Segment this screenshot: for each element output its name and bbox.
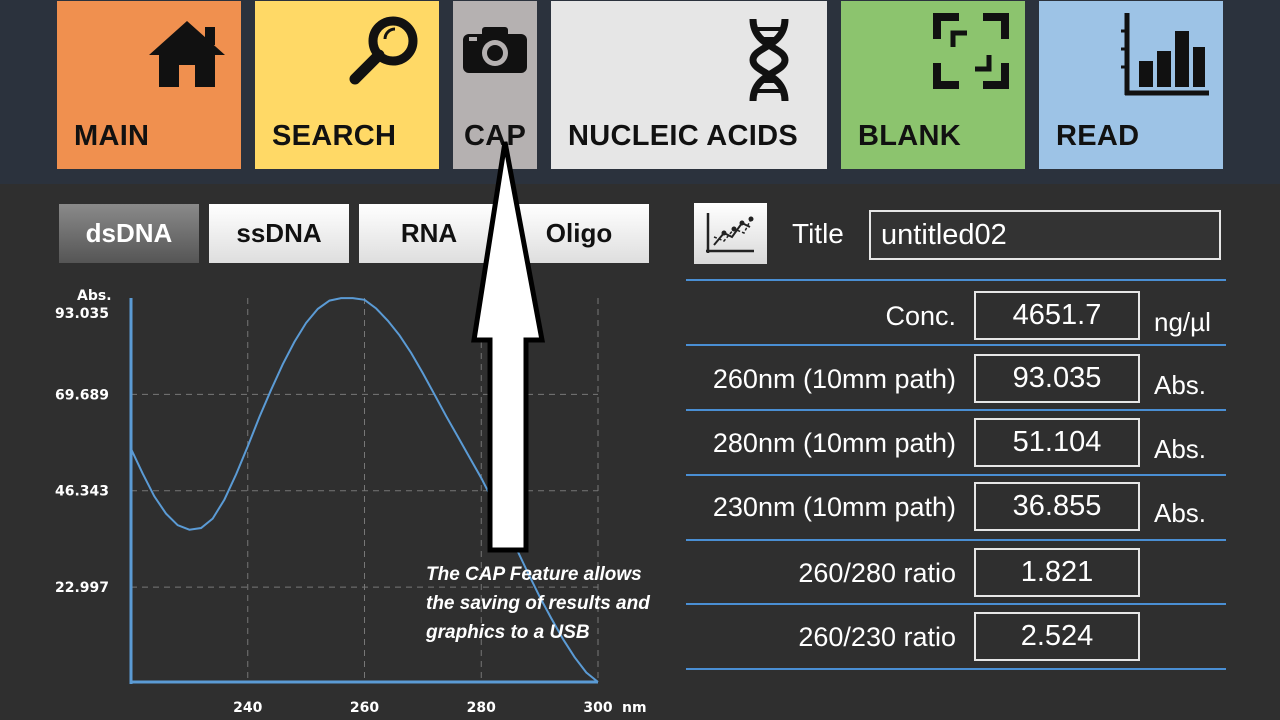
x-tick-label: 240 [233,700,262,716]
result-unit: Abs. [1154,498,1207,528]
top-nav-bar: MAIN SEARCH CAP NUCLEIC ACIDS BLANK READ [0,0,1280,184]
result-value: 36.855 [974,482,1140,531]
blank-frame-icon [933,13,1009,89]
search-label: SEARCH [272,120,397,152]
result-row-280: 280nm (10mm path) 51.104 Abs. [686,410,1226,474]
y-tick-label: 46.343 [55,484,109,500]
nucleic-acids-label: NUCLEIC ACIDS [568,120,798,152]
result-value: 2.524 [974,612,1140,661]
tab-ssdna[interactable]: ssDNA [209,204,349,263]
result-value: 93.035 [974,354,1140,403]
main-button[interactable]: MAIN [57,1,241,169]
result-label: 280nm (10mm path) [712,428,956,458]
search-icon [349,16,418,85]
cap-feature-caption: The CAP Feature allows the saving of res… [426,564,650,643]
annotation-arrow [471,141,546,553]
result-row-260-230: 260/230 ratio 2.524 [686,604,1226,668]
y-tick-label: 93.035 [55,306,109,322]
x-tick-label: 260 [350,700,379,716]
read-label: READ [1056,120,1140,152]
result-unit: Abs. [1154,370,1207,400]
result-unit: ng/µl [1154,307,1211,337]
result-row-conc: Conc. 4651.7 ng/µl [686,283,1226,347]
result-label: 260/280 ratio [798,558,956,588]
line-graph-icon [706,213,754,253]
y-tick-label: 22.997 [55,580,109,596]
blank-label: BLANK [858,120,961,152]
search-button[interactable]: SEARCH [255,1,439,169]
result-unit: Abs. [1154,434,1207,464]
result-row-230: 230nm (10mm path) 36.855 Abs. [686,474,1226,538]
result-value: 1.821 [974,548,1140,597]
blank-button[interactable]: BLANK [841,1,1025,169]
x-tick-label: 300 [583,700,612,716]
x-unit-label: nm [622,700,647,716]
y-tick-label: 69.689 [55,387,109,403]
nucleic-acids-button[interactable]: NUCLEIC ACIDS [551,1,827,169]
result-value: 4651.7 [974,291,1140,340]
result-value: 51.104 [974,418,1140,467]
result-label: 230nm (10mm path) [712,492,956,522]
x-tick-label: 280 [467,700,496,716]
result-label: 260nm (10mm path) [712,364,956,394]
divider [686,279,1226,281]
result-label: 260/230 ratio [798,622,956,652]
graph-view-button[interactable] [694,203,767,264]
title-input[interactable] [869,210,1221,260]
home-icon [149,21,225,87]
result-row-260: 260nm (10mm path) 93.035 Abs. [686,346,1226,410]
dna-icon [749,18,789,102]
camera-icon [463,27,527,73]
main-label: MAIN [74,120,150,152]
bar-chart-icon [1121,13,1209,96]
read-button[interactable]: READ [1039,1,1223,169]
y-axis-label: Abs. [77,288,112,304]
title-label: Title [792,218,844,249]
divider [686,668,1226,670]
result-label: Conc. [885,301,956,331]
result-row-260-280: 260/280 ratio 1.821 [686,540,1226,604]
tab-dsdna[interactable]: dsDNA [59,204,199,263]
